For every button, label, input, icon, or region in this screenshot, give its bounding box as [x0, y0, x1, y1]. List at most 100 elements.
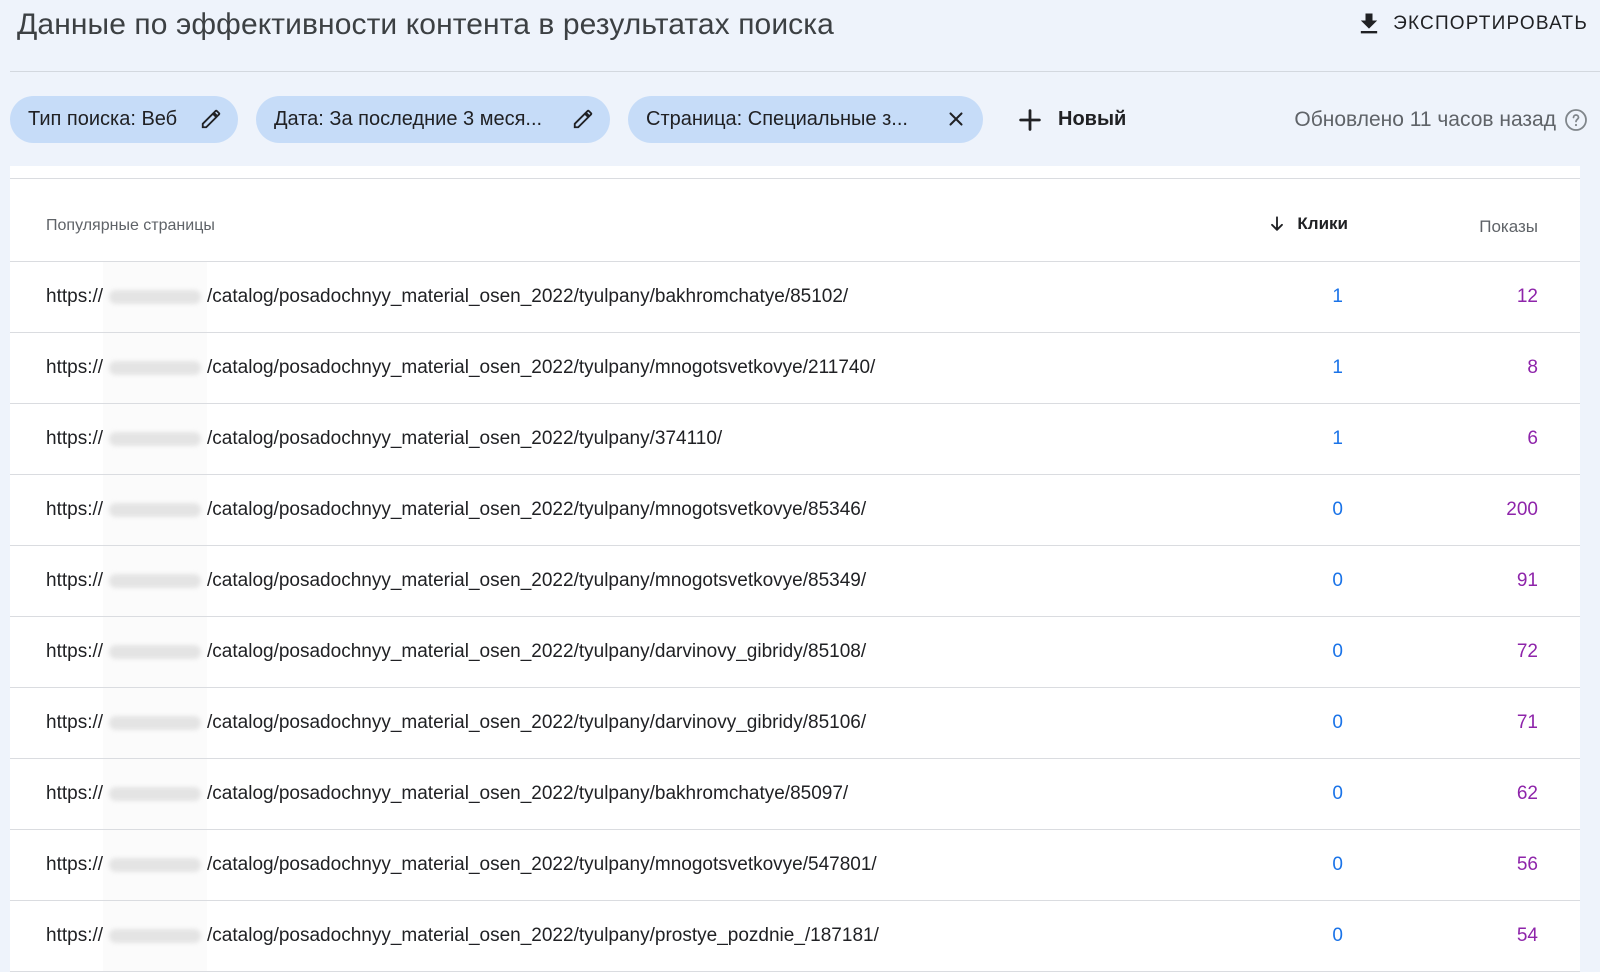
page-url[interactable]: https:// /catalog/posadochnyy_material_os… — [46, 546, 866, 616]
url-prefix: https:// — [46, 570, 104, 591]
page-url[interactable]: https:// /catalog/posadochnyy_material_os… — [46, 830, 877, 900]
url-path: /catalog/posadochnyy_material_osen_2022/… — [207, 428, 723, 449]
url-path: /catalog/posadochnyy_material_osen_2022/… — [207, 712, 867, 733]
filter-chip-date[interactable]: Дата: За последние 3 меся... — [256, 96, 610, 143]
add-filter-button[interactable]: Новый — [1016, 96, 1126, 143]
url-prefix: https:// — [46, 783, 104, 804]
redacted-domain — [103, 475, 208, 545]
top-pages-table: Популярные страницы Клики Показы https:/… — [10, 166, 1580, 972]
clicks-value: 0 — [1332, 641, 1343, 662]
download-icon — [1360, 13, 1378, 34]
page-url[interactable]: https:// /catalog/posadochnyy_material_os… — [46, 617, 866, 687]
url-path: /catalog/posadochnyy_material_osen_2022/… — [207, 783, 849, 804]
chip-label: Страница: Специальные з... — [646, 108, 908, 130]
url-prefix: https:// — [46, 641, 104, 662]
chip-label: Тип поиска: Веб — [28, 108, 178, 130]
url-prefix: https:// — [46, 854, 104, 875]
impressions-value: 200 — [1506, 499, 1538, 520]
column-header-clicks[interactable]: Клики — [1267, 214, 1348, 234]
table-row[interactable]: https:// /catalog/posadochnyy_material_os… — [10, 830, 1580, 901]
redacted-domain — [103, 404, 208, 474]
url-prefix: https:// — [46, 925, 104, 946]
clicks-value: 1 — [1332, 357, 1343, 378]
page-url[interactable]: https:// /catalog/posadochnyy_material_os… — [46, 759, 848, 829]
page-url[interactable]: https:// /catalog/posadochnyy_material_os… — [46, 333, 875, 403]
table-row[interactable]: https:// /catalog/posadochnyy_material_os… — [10, 901, 1580, 972]
pencil-icon[interactable] — [572, 108, 594, 130]
impressions-value: 71 — [1516, 712, 1538, 733]
impressions-value: 56 — [1516, 854, 1538, 875]
impressions-value: 6 — [1527, 428, 1538, 449]
impressions-value: 62 — [1516, 783, 1538, 804]
table-body: https:// /catalog/posadochnyy_material_os… — [10, 262, 1580, 972]
filter-chip-search-type[interactable]: Тип поиска: Веб — [10, 96, 238, 143]
page-url[interactable]: https:// /catalog/posadochnyy_material_os… — [46, 688, 866, 758]
impressions-value: 54 — [1516, 925, 1538, 946]
filter-chip-page[interactable]: Страница: Специальные з... — [628, 96, 983, 143]
url-path: /catalog/posadochnyy_material_osen_2022/… — [207, 357, 876, 378]
impressions-value: 12 — [1516, 286, 1538, 307]
chip-label: Дата: За последние 3 меся... — [274, 108, 543, 130]
url-prefix: https:// — [46, 286, 104, 307]
page-title: Данные по эффективности контента в резул… — [17, 8, 834, 41]
pencil-icon[interactable] — [200, 108, 222, 130]
updated-status: Обновлено 11 часов назад — [1294, 96, 1588, 143]
clicks-value: 0 — [1332, 783, 1343, 804]
redacted-domain — [103, 901, 208, 971]
url-path: /catalog/posadochnyy_material_osen_2022/… — [207, 854, 877, 875]
clicks-value: 0 — [1332, 499, 1343, 520]
table-row[interactable]: https:// /catalog/posadochnyy_material_os… — [10, 404, 1580, 475]
table-row[interactable]: https:// /catalog/posadochnyy_material_os… — [10, 617, 1580, 688]
impressions-value: 72 — [1516, 641, 1538, 662]
page-url[interactable]: https:// /catalog/posadochnyy_material_os… — [46, 901, 879, 971]
url-path: /catalog/posadochnyy_material_osen_2022/… — [207, 499, 867, 520]
clicks-value: 1 — [1332, 428, 1343, 449]
table-header: Популярные страницы Клики Показы — [10, 179, 1580, 262]
header: Данные по эффективности контента в резул… — [0, 0, 1600, 72]
redacted-domain — [103, 617, 208, 687]
table-row[interactable]: https:// /catalog/posadochnyy_material_os… — [10, 475, 1580, 546]
url-path: /catalog/posadochnyy_material_osen_2022/… — [207, 925, 879, 946]
url-path: /catalog/posadochnyy_material_osen_2022/… — [207, 286, 849, 307]
redacted-domain — [103, 830, 208, 900]
help-icon[interactable] — [1564, 108, 1588, 132]
column-header-impressions[interactable]: Показы — [1479, 217, 1538, 237]
table-row[interactable]: https:// /catalog/posadochnyy_material_os… — [10, 759, 1580, 830]
clicks-value: 0 — [1332, 925, 1343, 946]
url-path: /catalog/posadochnyy_material_osen_2022/… — [207, 641, 867, 662]
url-prefix: https:// — [46, 712, 104, 733]
clicks-value: 0 — [1332, 854, 1343, 875]
table-row[interactable]: https:// /catalog/posadochnyy_material_os… — [10, 333, 1580, 404]
page-url[interactable]: https:// /catalog/posadochnyy_material_os… — [46, 404, 722, 474]
page-url[interactable]: https:// /catalog/posadochnyy_material_os… — [46, 262, 848, 332]
url-prefix: https:// — [46, 357, 104, 378]
sort-descending-icon — [1271, 216, 1284, 231]
updated-text: Обновлено 11 часов назад — [1294, 107, 1556, 131]
export-label: ЭКСПОРТИРОВАТЬ — [1393, 13, 1588, 34]
filter-bar: Тип поиска: Веб Дата: За последние 3 мес… — [10, 96, 1600, 143]
column-header-clicks-label: Клики — [1297, 214, 1348, 233]
column-header-page[interactable]: Популярные страницы — [46, 217, 215, 235]
redacted-domain — [103, 688, 208, 758]
clicks-value: 0 — [1332, 570, 1343, 591]
clicks-value: 1 — [1332, 286, 1343, 307]
table-row[interactable]: https:// /catalog/posadochnyy_material_os… — [10, 546, 1580, 617]
table-row[interactable]: https:// /catalog/posadochnyy_material_os… — [10, 688, 1580, 759]
redacted-domain — [103, 546, 208, 616]
impressions-value: 8 — [1527, 357, 1538, 378]
url-prefix: https:// — [46, 428, 104, 449]
close-icon[interactable] — [945, 108, 967, 130]
plus-icon — [1019, 108, 1041, 131]
impressions-value: 91 — [1516, 570, 1538, 591]
header-divider — [10, 71, 1600, 72]
table-row[interactable]: https:// /catalog/posadochnyy_material_os… — [10, 262, 1580, 333]
add-filter-label: Новый — [1058, 108, 1127, 130]
page-url[interactable]: https:// /catalog/posadochnyy_material_os… — [46, 475, 866, 545]
clicks-value: 0 — [1332, 712, 1343, 733]
redacted-domain — [103, 262, 208, 332]
export-button[interactable]: ЭКСПОРТИРОВАТЬ — [1355, 6, 1588, 42]
redacted-domain — [103, 333, 208, 403]
url-prefix: https:// — [46, 499, 104, 520]
url-path: /catalog/posadochnyy_material_osen_2022/… — [207, 570, 867, 591]
redacted-domain — [103, 759, 208, 829]
